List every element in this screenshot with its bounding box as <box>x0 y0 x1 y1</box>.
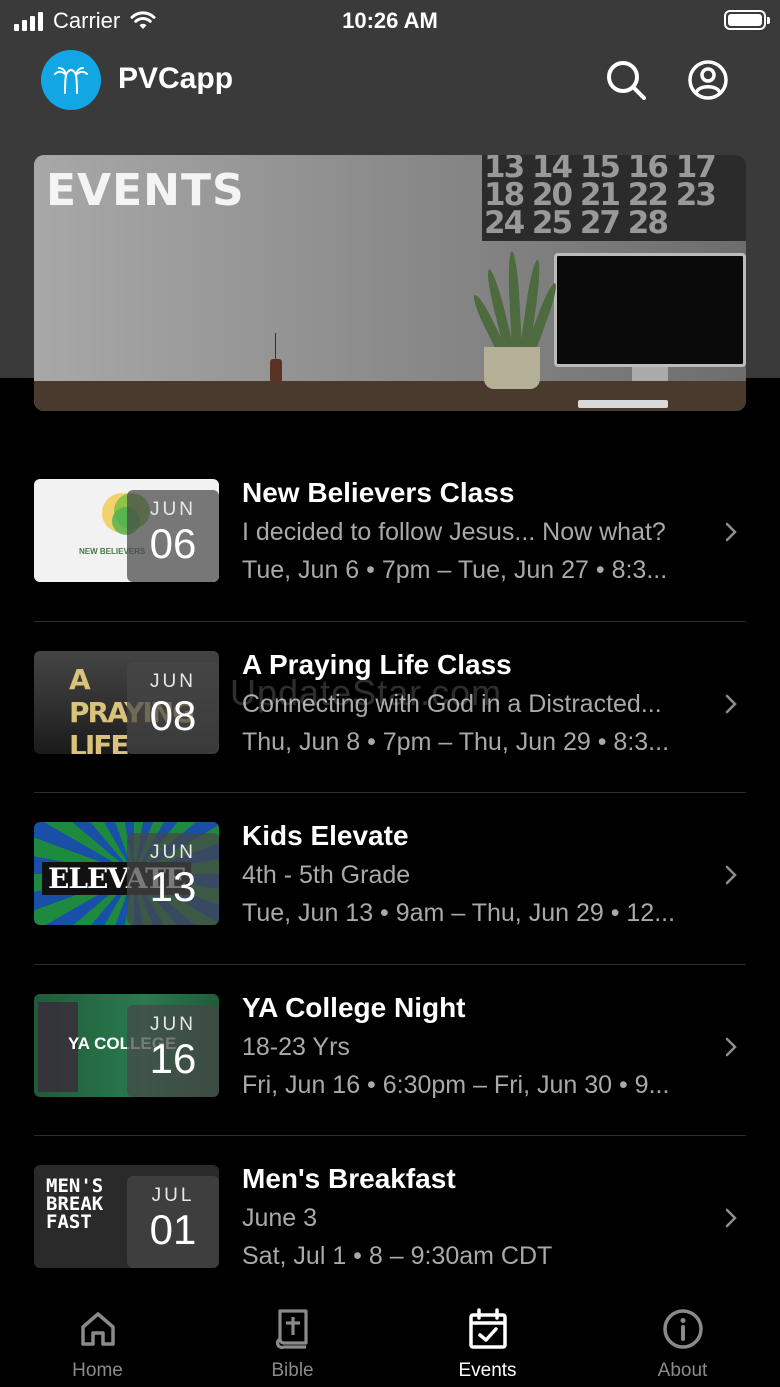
event-row[interactable]: YA COLLEGE JUN 16 YA College Night 18-23… <box>34 965 746 1136</box>
chevron-right-icon <box>725 522 737 542</box>
event-subtitle: 4th - 5th Grade <box>242 861 411 889</box>
event-thumbnail: A PRAYING LIFE JUN 08 <box>34 650 219 754</box>
app-header: PVCapp <box>0 48 780 112</box>
event-thumbnail: ELEVATE JUN 13 <box>34 822 219 925</box>
tab-about[interactable]: About <box>585 1290 780 1387</box>
chevron-right-icon <box>725 865 737 885</box>
event-row[interactable]: ELEVATE JUN 13 Kids Elevate 4th - 5th Gr… <box>34 793 746 965</box>
event-subtitle: Connecting with God in a Distracted... <box>242 689 662 718</box>
user-profile-icon <box>688 60 728 100</box>
chevron-right-icon <box>725 1037 737 1056</box>
event-datetime: Thu, Jun 8 • 7pm – Thu, Jun 29 • 8:3... <box>242 727 670 756</box>
date-badge: JUN 08 <box>127 661 219 754</box>
event-subtitle: I decided to follow Jesus... Now what? <box>242 518 666 546</box>
calendar-check-icon <box>468 1308 507 1349</box>
tab-bar: Home Bible Events About <box>0 1290 780 1387</box>
event-thumbnail: MEN'S BREAK FAST JUL 01 <box>34 1165 219 1268</box>
event-row[interactable]: A PRAYING LIFE JUN 08 A Praying Life Cla… <box>34 622 746 793</box>
status-time: 10:26 AM <box>342 8 438 33</box>
plant-photo <box>484 347 540 389</box>
event-datetime: Sat, Jul 1 • 8 – 9:30am CDT <box>242 1242 553 1270</box>
date-badge: JUL 01 <box>127 1176 219 1268</box>
events-banner: 13 14 15 16 17 18 20 21 22 23 24 25 27 2… <box>34 155 746 411</box>
event-thumbnail: YA COLLEGE JUN 16 <box>34 993 219 1097</box>
chevron-right-icon <box>725 694 737 713</box>
app-title: PVCapp <box>118 62 234 95</box>
tab-events[interactable]: Events <box>390 1290 585 1387</box>
event-row[interactable]: MEN'S BREAK FAST JUL 01 Men's Breakfast … <box>34 1136 746 1308</box>
event-subtitle: June 3 <box>242 1204 318 1232</box>
event-title: New Believers Class <box>242 477 515 508</box>
event-subtitle: 18-23 Yrs <box>242 1032 350 1061</box>
date-badge: JUN 06 <box>127 490 219 582</box>
event-title: Men's Breakfast <box>242 1163 456 1194</box>
event-datetime: Fri, Jun 16 • 6:30pm – Fri, Jun 30 • 9..… <box>242 1070 670 1099</box>
event-title: YA College Night <box>242 991 466 1023</box>
bible-icon <box>275 1309 308 1350</box>
event-thumbnail: NEW BELIEVERS JUN 06 <box>34 479 219 582</box>
profile-button[interactable] <box>686 58 730 102</box>
tab-bible[interactable]: Bible <box>195 1290 390 1387</box>
palm-tree-icon <box>54 67 88 94</box>
event-title: A Praying Life Class <box>242 648 512 680</box>
search-button[interactable] <box>604 58 648 102</box>
event-datetime: Tue, Jun 13 • 9am – Thu, Jun 29 • 12... <box>242 899 676 927</box>
info-icon <box>662 1309 703 1349</box>
monitor-photo <box>554 253 746 367</box>
calendar-numbers: 13 14 15 16 17 18 20 21 22 23 24 25 27 2… <box>484 155 717 241</box>
date-badge: JUN 13 <box>127 833 219 925</box>
event-list: NEW BELIEVERS JUN 06 New Believers Class… <box>34 450 746 1308</box>
event-row[interactable]: NEW BELIEVERS JUN 06 New Believers Class… <box>34 450 746 622</box>
chevron-right-icon <box>725 1208 737 1228</box>
diffuser-photo <box>270 359 282 383</box>
search-icon <box>607 61 646 100</box>
status-bar: Carrier 10:26 AM <box>0 0 780 40</box>
event-datetime: Tue, Jun 6 • 7pm – Tue, Jun 27 • 8:3... <box>242 556 668 584</box>
date-badge: JUN 16 <box>127 1004 219 1097</box>
battery-icon <box>724 10 770 30</box>
app-logo[interactable] <box>41 50 101 110</box>
event-title: Kids Elevate <box>242 820 409 851</box>
home-icon <box>80 1312 115 1346</box>
banner-title: EVENTS <box>46 165 245 216</box>
tab-home[interactable]: Home <box>0 1290 195 1387</box>
